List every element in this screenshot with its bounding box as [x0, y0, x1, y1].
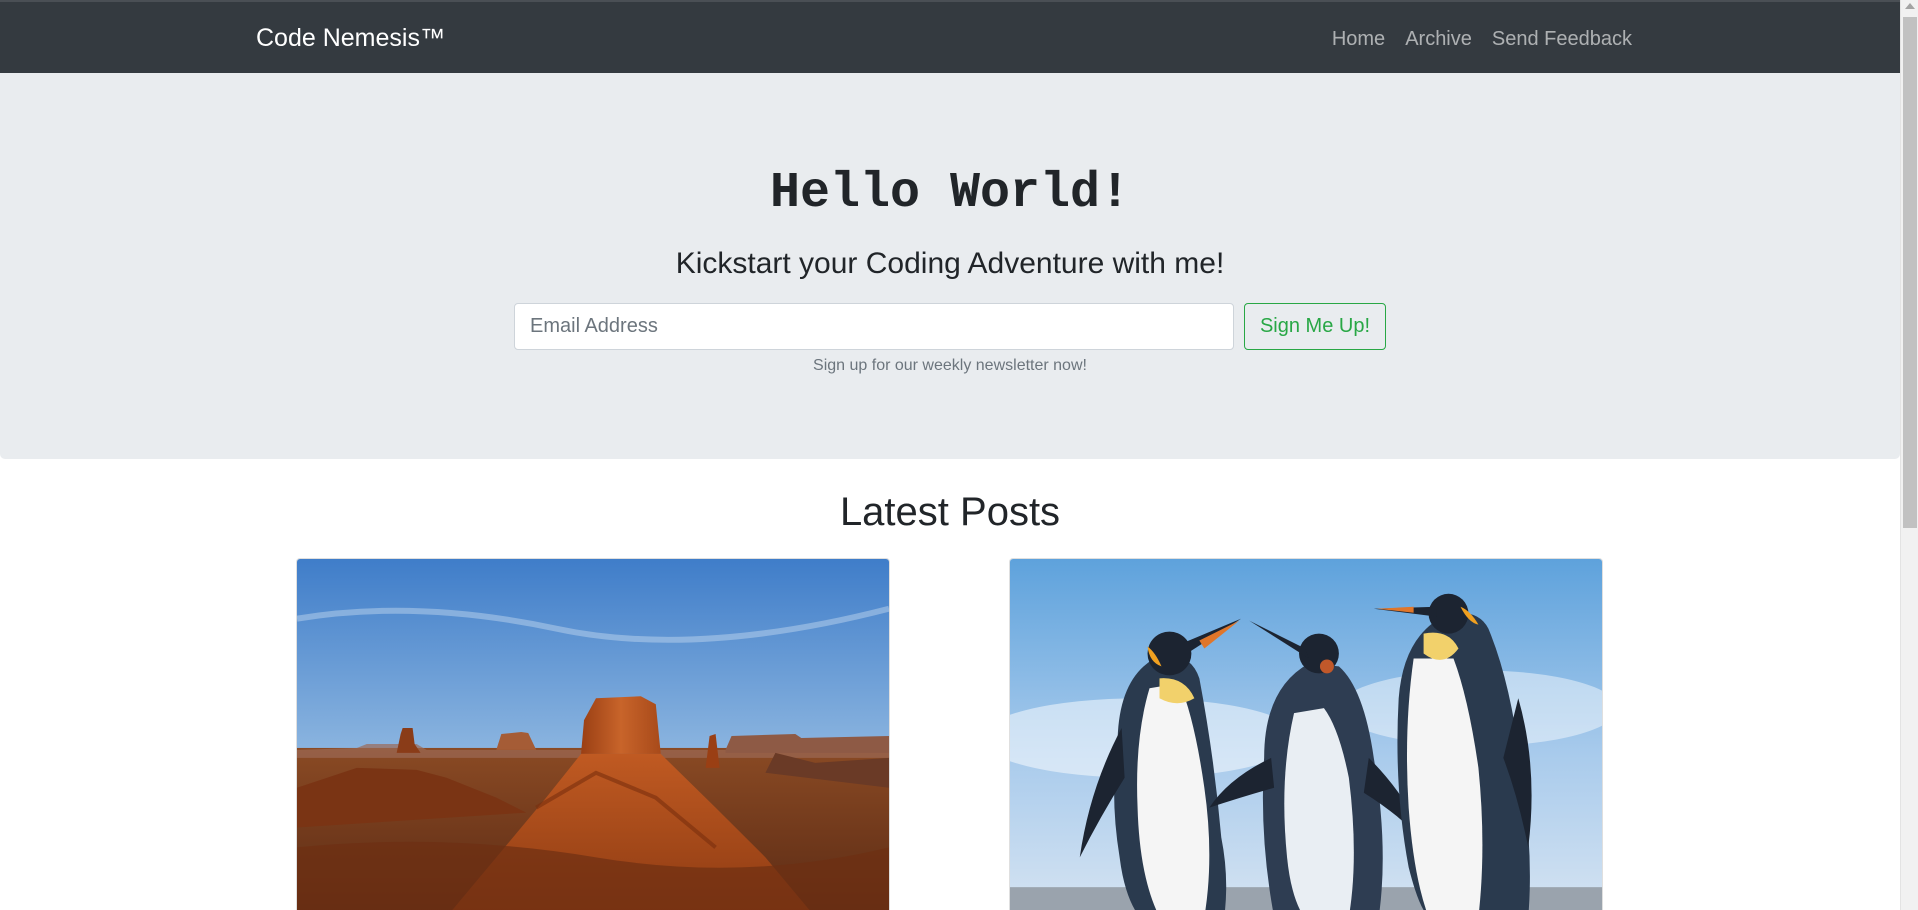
hero-title: Hello World! [769, 165, 1131, 222]
penguins-image [1010, 559, 1602, 910]
scroll-up-arrow-icon[interactable] [1905, 3, 1915, 9]
hero-jumbotron: Hello World! Kickstart your Coding Adven… [0, 73, 1900, 459]
email-input[interactable] [514, 303, 1234, 350]
hero-subtitle: Kickstart your Coding Adventure with me! [675, 247, 1225, 280]
sign-me-up-button[interactable]: Sign Me Up! [1244, 303, 1386, 350]
post-card-desert[interactable] [296, 558, 890, 910]
latest-posts-title: Latest Posts [839, 490, 1061, 534]
nav-link-archive[interactable]: Archive [1405, 28, 1472, 51]
post-card-penguins[interactable] [1009, 558, 1603, 910]
browser-viewport: Code Nemesis™ Home Archive Send Feedback… [0, 0, 1900, 910]
nav-link-send-feedback[interactable]: Send Feedback [1492, 28, 1632, 51]
desert-mesa-image [297, 559, 889, 910]
newsletter-form: Sign Me Up! [514, 303, 1386, 351]
newsletter-help-text: Sign up for our weekly newsletter now! [813, 357, 1087, 374]
nav-link-home[interactable]: Home [1332, 28, 1385, 51]
brand-link[interactable]: Code Nemesis™ [256, 24, 445, 53]
navbar: Code Nemesis™ Home Archive Send Feedback [0, 0, 1900, 73]
scrollbar-thumb[interactable] [1903, 17, 1917, 528]
vertical-scrollbar[interactable] [1900, 0, 1918, 910]
nav-links: Home Archive Send Feedback [1332, 28, 1632, 51]
